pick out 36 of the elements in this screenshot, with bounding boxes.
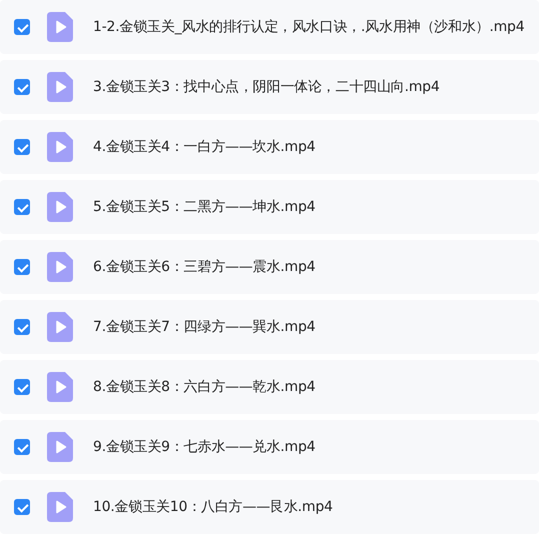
video-file-icon [47,12,73,42]
file-row[interactable]: 5.金锁玉关5：二黑方——坤水.mp4 [0,180,539,234]
checkbox[interactable] [14,439,30,455]
checkbox[interactable] [14,499,30,515]
video-file-icon [47,192,73,222]
checkbox[interactable] [14,19,30,35]
file-name: 4.金锁玉关4：一白方——坎水.mp4 [93,138,316,156]
file-row[interactable]: 1-2.金锁玉关_风水的排行认定，风水口诀，.风水用神（沙和水）.mp4 [0,0,539,54]
file-row[interactable]: 3.金锁玉关3：找中心点，阴阳一体论，二十四山向.mp4 [0,60,539,114]
video-file-icon [47,132,73,162]
video-file-icon [47,312,73,342]
file-row[interactable]: 10.金锁玉关10：八白方——艮水.mp4 [0,480,539,534]
file-name: 6.金锁玉关6：三碧方——震水.mp4 [93,258,316,276]
video-file-icon [47,492,73,522]
file-name: 5.金锁玉关5：二黑方——坤水.mp4 [93,198,316,216]
file-row[interactable]: 6.金锁玉关6：三碧方——震水.mp4 [0,240,539,294]
video-file-icon [47,372,73,402]
checkbox[interactable] [14,319,30,335]
checkbox[interactable] [14,199,30,215]
file-row[interactable]: 8.金锁玉关8：六白方——乾水.mp4 [0,360,539,414]
file-row[interactable]: 4.金锁玉关4：一白方——坎水.mp4 [0,120,539,174]
file-name: 9.金锁玉关9：七赤水——兑水.mp4 [93,438,316,456]
checkbox[interactable] [14,259,30,275]
checkbox[interactable] [14,139,30,155]
file-name: 3.金锁玉关3：找中心点，阴阳一体论，二十四山向.mp4 [93,78,440,96]
checkbox[interactable] [14,379,30,395]
checkbox[interactable] [14,79,30,95]
video-file-icon [47,432,73,462]
file-name: 7.金锁玉关7：四绿方——巽水.mp4 [93,318,316,336]
file-row[interactable]: 9.金锁玉关9：七赤水——兑水.mp4 [0,420,539,474]
video-file-icon [47,72,73,102]
file-name: 1-2.金锁玉关_风水的排行认定，风水口诀，.风水用神（沙和水）.mp4 [93,18,524,36]
file-name: 8.金锁玉关8：六白方——乾水.mp4 [93,378,316,396]
file-name: 10.金锁玉关10：八白方——艮水.mp4 [93,498,333,516]
video-file-icon [47,252,73,282]
file-row[interactable]: 7.金锁玉关7：四绿方——巽水.mp4 [0,300,539,354]
